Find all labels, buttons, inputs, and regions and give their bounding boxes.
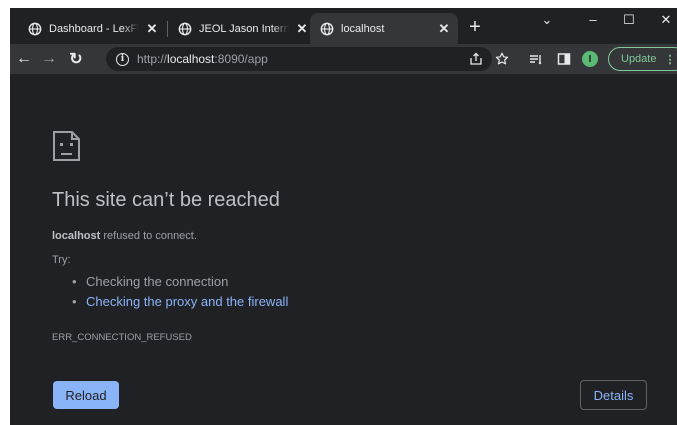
error-detail: localhost refused to connect. bbox=[52, 230, 197, 242]
site-info-icon[interactable]: i bbox=[116, 52, 129, 66]
profile-avatar[interactable]: I bbox=[582, 51, 598, 67]
error-page: This site can’t be reached localhost ref… bbox=[10, 74, 677, 425]
try-label: Try: bbox=[52, 254, 71, 266]
sad-document-icon bbox=[53, 131, 80, 161]
update-button[interactable]: Update ⋮ bbox=[608, 47, 677, 71]
side-panel-icon[interactable] bbox=[555, 50, 573, 68]
tab-title: Dashboard - LexFlow bbox=[49, 22, 139, 35]
tab-title: localhost bbox=[341, 22, 385, 35]
close-window-button[interactable]: ✕ bbox=[651, 12, 677, 28]
error-host: localhost bbox=[52, 230, 101, 242]
details-button[interactable]: Details bbox=[580, 380, 647, 410]
suggestions-list: Checking the connection Checking the pro… bbox=[72, 272, 288, 312]
globe-icon bbox=[28, 22, 42, 35]
close-tab-icon[interactable]: ✕ bbox=[296, 21, 308, 37]
suggestion-proxy-firewall-link[interactable]: Checking the proxy and the firewall bbox=[72, 292, 288, 312]
maximize-button[interactable]: ☐ bbox=[614, 12, 644, 28]
close-tab-icon[interactable]: ✕ bbox=[438, 21, 450, 37]
back-button[interactable]: ← bbox=[13, 48, 35, 70]
globe-icon bbox=[178, 22, 192, 35]
tab-title: JEOL Jason Internal bbox=[199, 22, 289, 35]
browser-toolbar: ← → ↻ i http://localhost:8090/app I Upda… bbox=[10, 44, 677, 74]
share-icon[interactable] bbox=[467, 50, 485, 68]
error-message: refused to connect. bbox=[100, 230, 197, 242]
tab-jeol[interactable]: JEOL Jason Internal ✕ bbox=[168, 13, 316, 44]
tab-strip: Dashboard - LexFlow ✕ JEOL Jason Interna… bbox=[10, 8, 677, 44]
url-text[interactable]: http://localhost:8090/app bbox=[137, 52, 268, 66]
update-label: Update bbox=[621, 53, 657, 65]
menu-dots-icon[interactable]: ⋮ bbox=[664, 53, 675, 66]
browser-window: Dashboard - LexFlow ✕ JEOL Jason Interna… bbox=[10, 8, 677, 425]
reading-list-icon[interactable] bbox=[527, 50, 545, 68]
error-code: ERR_CONNECTION_REFUSED bbox=[52, 332, 192, 343]
forward-button[interactable]: → bbox=[38, 48, 60, 70]
error-title: This site can’t be reached bbox=[52, 189, 280, 211]
reload-icon-button[interactable]: ↻ bbox=[65, 48, 87, 70]
tab-localhost[interactable]: localhost ✕ bbox=[310, 13, 458, 44]
reload-button[interactable]: Reload bbox=[53, 381, 119, 409]
minimize-button[interactable]: – bbox=[578, 12, 608, 27]
address-bar[interactable]: i http://localhost:8090/app bbox=[106, 47, 492, 71]
tab-search-button[interactable]: ⌄ bbox=[532, 12, 562, 28]
globe-icon bbox=[320, 22, 334, 35]
bookmark-star-icon[interactable] bbox=[493, 50, 511, 68]
suggestion-checking-connection: Checking the connection bbox=[72, 272, 288, 292]
close-tab-icon[interactable]: ✕ bbox=[146, 21, 158, 37]
tab-dashboard[interactable]: Dashboard - LexFlow ✕ bbox=[18, 13, 166, 44]
new-tab-button[interactable]: + bbox=[465, 17, 485, 37]
